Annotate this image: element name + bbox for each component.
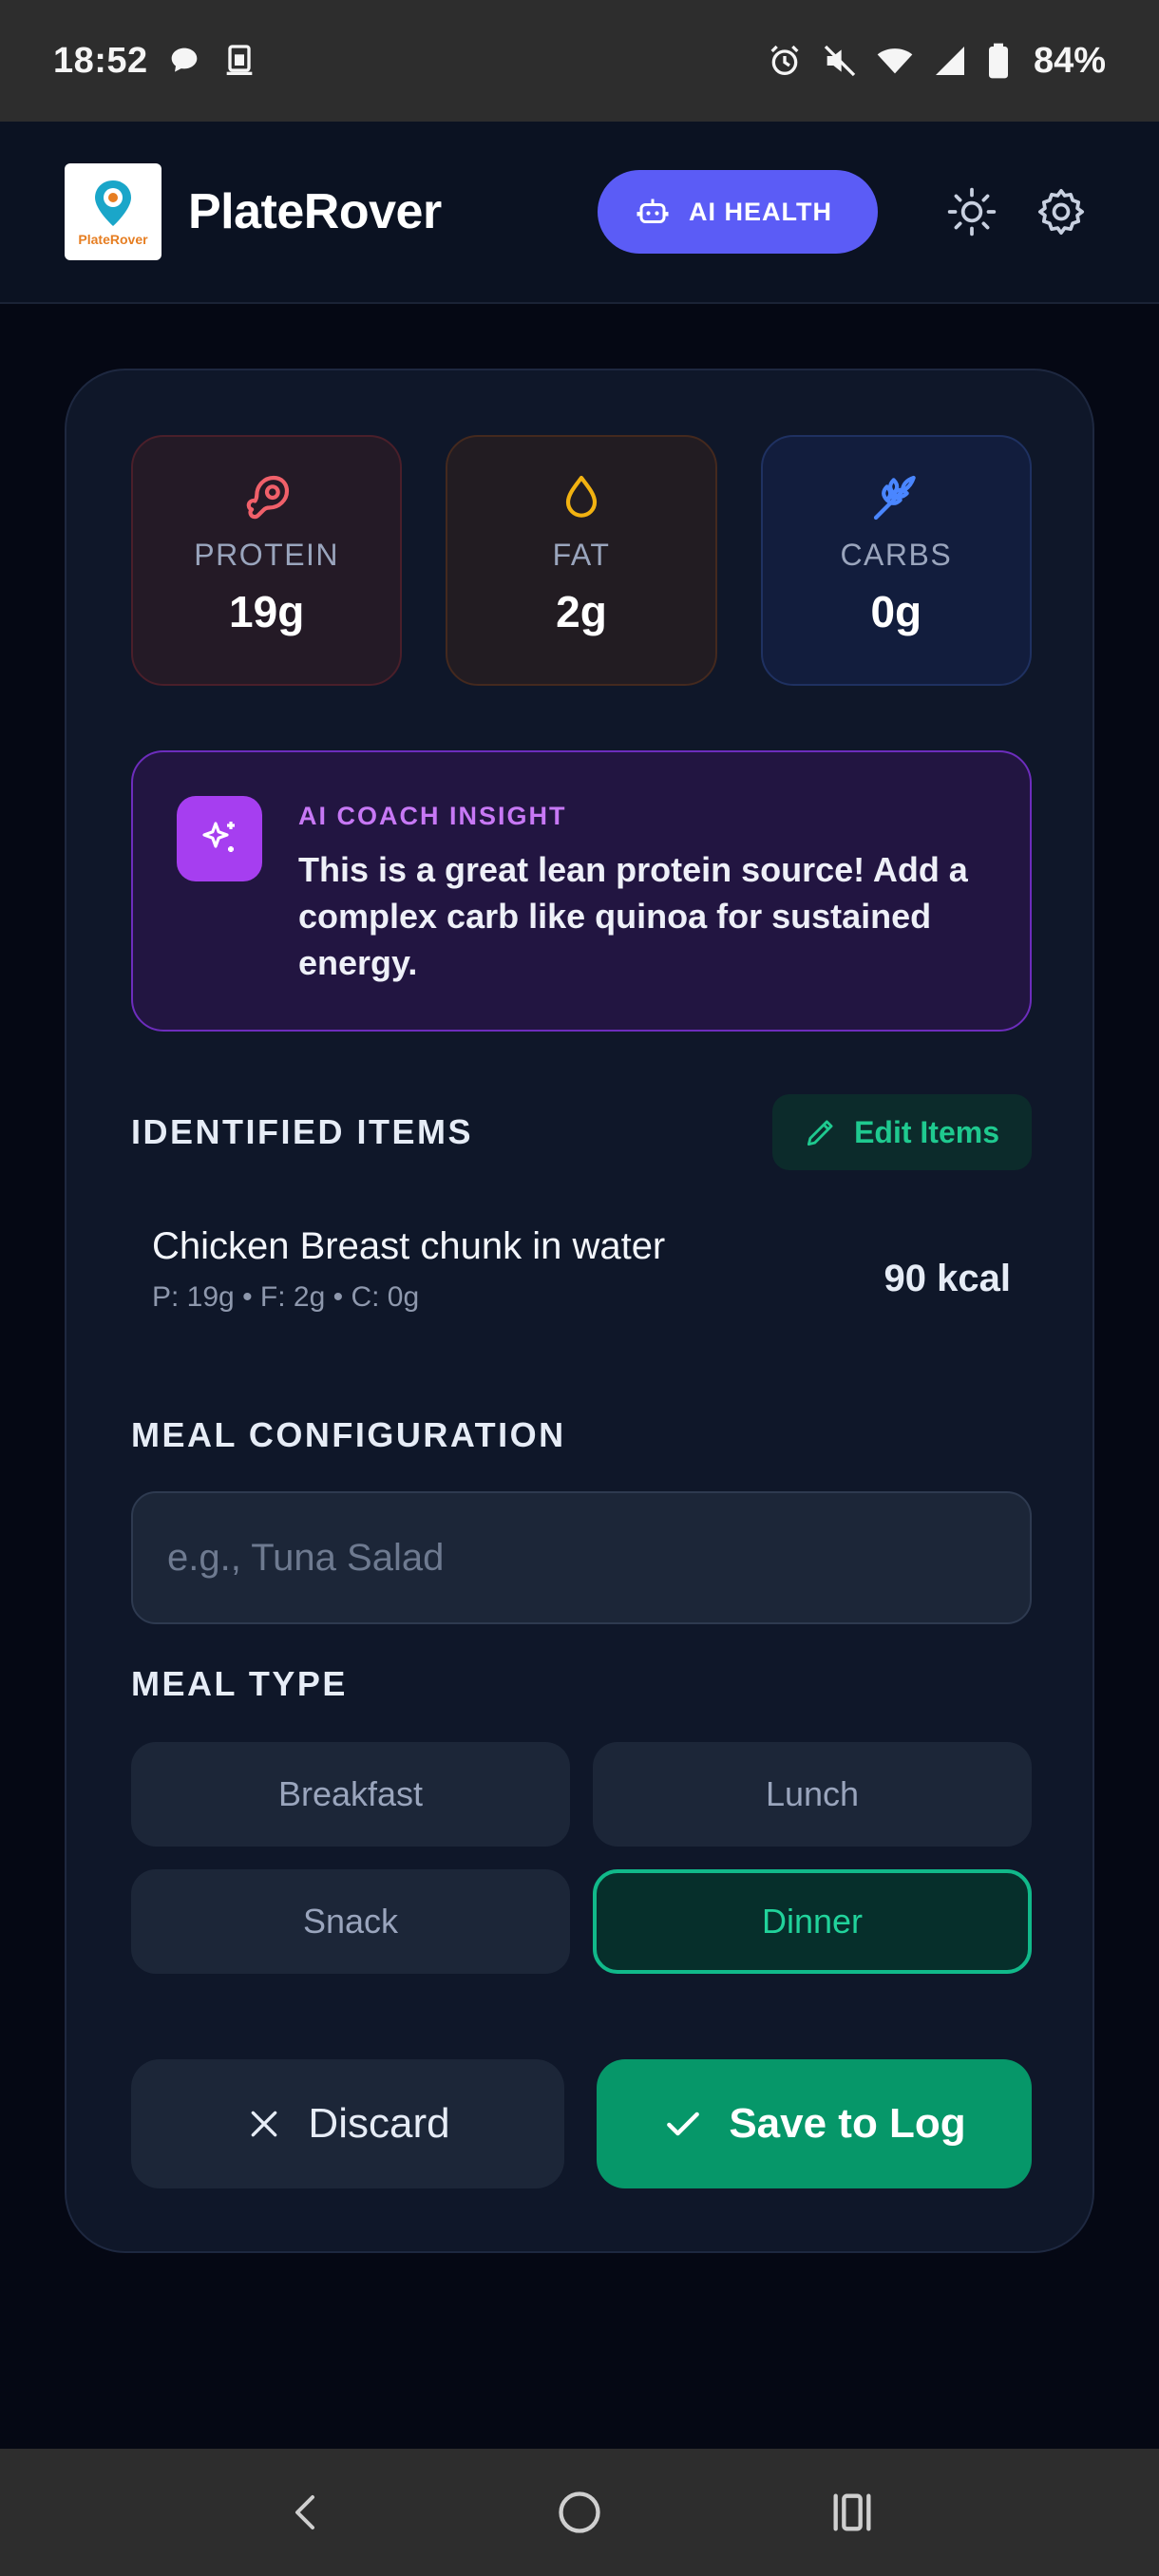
- meal-name-input[interactable]: [131, 1491, 1032, 1624]
- system-nav-bar: [0, 2449, 1159, 2576]
- meal-type-lunch[interactable]: Lunch: [593, 1742, 1032, 1847]
- food-kcal: 90 kcal: [884, 1258, 1011, 1299]
- meal-type-dinner[interactable]: Dinner: [593, 1869, 1032, 1974]
- rover-logo-icon: [95, 180, 131, 226]
- recents-button[interactable]: [814, 2474, 890, 2550]
- macro-card-protein: PROTEIN 19g: [131, 435, 403, 686]
- action-buttons: Discard Save to Log: [131, 2059, 1032, 2188]
- identified-items-heading: IDENTIFIED ITEMS: [131, 1112, 474, 1151]
- settings-button[interactable]: [1028, 179, 1094, 245]
- theme-toggle-button[interactable]: [939, 179, 1005, 245]
- ai-coach-insight: AI COACH INSIGHT This is a great lean pr…: [131, 750, 1032, 1032]
- analysis-card: PROTEIN 19g FAT 2g CARBS 0g AI COACH INS…: [65, 369, 1094, 2253]
- status-left: 18:52: [53, 41, 258, 82]
- status-bar: 18:52 84%: [0, 0, 1159, 122]
- list-item[interactable]: Chicken Breast chunk in water P: 19g • F…: [152, 1225, 1011, 1358]
- meal-type-options: Breakfast Lunch Snack Dinner: [131, 1742, 1032, 1974]
- insight-body: AI COACH INSIGHT This is a great lean pr…: [298, 796, 992, 1030]
- insight-badge: [177, 796, 262, 881]
- save-to-log-button[interactable]: Save to Log: [597, 2059, 1032, 2188]
- meal-type-snack[interactable]: Snack: [131, 1869, 570, 1974]
- home-circle-icon: [559, 2491, 600, 2533]
- macro-card-fat: FAT 2g: [446, 435, 717, 686]
- battery-level: 84%: [1033, 40, 1106, 81]
- back-chevron-icon: [295, 2495, 315, 2529]
- status-right: 84%: [766, 41, 1106, 82]
- robot-icon: [636, 199, 669, 223]
- device-icon: [226, 45, 253, 75]
- recents-icon: [833, 2493, 871, 2531]
- insight-text: This is a great lean protein source! Add…: [298, 850, 968, 982]
- battery-icon: [988, 43, 1008, 79]
- edit-items-button[interactable]: Edit Items: [772, 1094, 1032, 1170]
- alarm-icon: [770, 45, 799, 75]
- macro-card-carbs: CARBS 0g: [760, 435, 1032, 686]
- back-button[interactable]: [269, 2474, 345, 2550]
- macro-label: CARBS: [840, 538, 953, 572]
- gear-icon: [1037, 188, 1085, 236]
- meal-type-heading: MEAL TYPE: [131, 1664, 348, 1703]
- meal-configuration-heading: MEAL CONFIGURATION: [131, 1415, 566, 1454]
- header-actions: AI HEALTH: [598, 170, 1094, 254]
- home-button[interactable]: [542, 2474, 618, 2550]
- meat-icon: [246, 475, 289, 520]
- food-macros: P: 19g • F: 2g • C: 0g: [152, 1281, 420, 1313]
- app-logo[interactable]: PlateRover: [65, 163, 162, 260]
- app-title: PlateRover: [188, 184, 442, 239]
- pencil-icon: [807, 1120, 833, 1146]
- discard-button[interactable]: Discard: [131, 2059, 564, 2188]
- chat-bubble-icon: [171, 47, 198, 72]
- wheat-icon: [874, 475, 917, 521]
- discard-label: Discard: [308, 2100, 450, 2147]
- insight-title: AI COACH INSIGHT: [298, 802, 567, 830]
- ai-health-button[interactable]: AI HEALTH: [598, 170, 878, 254]
- macro-summary: PROTEIN 19g FAT 2g CARBS 0g: [131, 435, 1032, 686]
- macro-label: PROTEIN: [194, 538, 340, 572]
- check-icon: [667, 2112, 700, 2136]
- status-time: 18:52: [53, 40, 148, 81]
- sun-icon: [947, 187, 997, 237]
- identified-items-header: IDENTIFIED ITEMS Edit Items: [131, 1094, 1032, 1170]
- macro-value: 19g: [229, 587, 305, 636]
- signal-icon: [935, 47, 964, 75]
- close-icon: [252, 2111, 277, 2137]
- app-header: PlateRover PlateRover AI HEALTH: [0, 122, 1159, 304]
- droplet-icon: [565, 475, 598, 518]
- ai-health-label: AI HEALTH: [689, 197, 832, 226]
- edit-items-label: Edit Items: [854, 1114, 999, 1149]
- wifi-icon: [877, 48, 913, 74]
- macro-value: 2g: [556, 587, 607, 636]
- mute-icon: [824, 45, 856, 77]
- macro-label: FAT: [552, 538, 611, 572]
- logo-text: PlateRover: [78, 232, 148, 247]
- meal-type-breakfast[interactable]: Breakfast: [131, 1742, 570, 1847]
- food-name: Chicken Breast chunk in water: [152, 1225, 666, 1267]
- save-label: Save to Log: [729, 2100, 966, 2147]
- macro-value: 0g: [870, 587, 922, 636]
- sparkles-icon: [202, 822, 235, 852]
